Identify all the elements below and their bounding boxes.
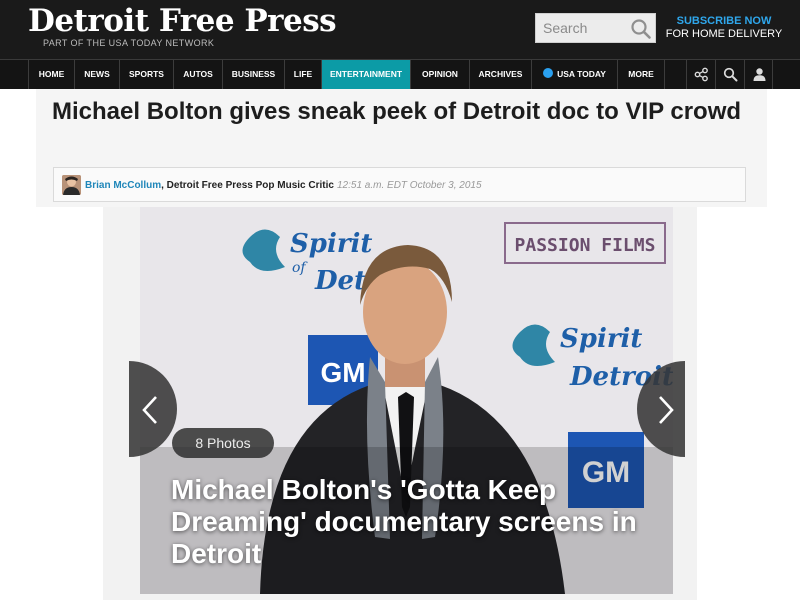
nav-news[interactable]: NEWS <box>75 60 120 89</box>
nav-sports[interactable]: SPORTS <box>120 60 174 89</box>
author-role: , Detroit Free Press Pop Music Critic <box>161 180 334 191</box>
site-logo[interactable]: Detroit Free Press <box>28 4 337 38</box>
search-box <box>535 13 656 43</box>
nav-usa-today-label: USA TODAY <box>557 69 606 79</box>
home-delivery-label: FOR HOME DELIVERY <box>665 28 783 40</box>
publish-timestamp: 12:51 a.m. EDT October 3, 2015 <box>337 180 482 191</box>
nav-entertainment[interactable]: ENTERTAINMENT <box>322 60 411 89</box>
author-avatar[interactable] <box>62 175 81 195</box>
nav-business[interactable]: BUSINESS <box>223 60 285 89</box>
masthead: Detroit Free Press PART OF THE USA TODAY… <box>0 0 800 59</box>
network-tagline: PART OF THE USA TODAY NETWORK <box>43 38 215 48</box>
subscribe-label: SUBSCRIBE NOW <box>676 15 772 27</box>
byline: Brian McCollum, Detroit Free Press Pop M… <box>85 180 334 191</box>
gallery-title[interactable]: Michael Bolton's 'Gotta Keep Dreaming' d… <box>171 474 641 570</box>
svg-text:PASSION FILMS: PASSION FILMS <box>515 235 656 256</box>
nav-home[interactable]: HOME <box>28 60 75 89</box>
subscribe-link[interactable]: SUBSCRIBE NOW FOR HOME DELIVERY <box>660 15 788 41</box>
usa-today-dot-icon <box>543 68 554 78</box>
nav-search-icon[interactable] <box>715 60 744 89</box>
author-name-link[interactable]: Brian McCollum <box>85 180 161 191</box>
svg-text:Spirit: Spirit <box>290 229 372 259</box>
nav-life[interactable]: LIFE <box>285 60 322 89</box>
svg-text:Spirit: Spirit <box>560 324 642 354</box>
user-icon[interactable] <box>744 60 773 89</box>
nav-archives[interactable]: ARCHIVES <box>470 60 532 89</box>
nav-autos[interactable]: AUTOS <box>174 60 223 89</box>
nav-usa-today[interactable]: USA TODAY <box>532 60 618 89</box>
chevron-left-icon <box>142 396 157 424</box>
main-nav: HOME NEWS SPORTS AUTOS BUSINESS LIFE ENT… <box>0 59 800 89</box>
nav-more[interactable]: MORE <box>618 60 665 89</box>
chevron-right-icon <box>659 396 674 424</box>
search-input[interactable] <box>536 14 626 42</box>
nav-opinion[interactable]: OPINION <box>411 60 470 89</box>
article-headline: Michael Bolton gives sneak peek of Detro… <box>52 98 742 125</box>
photo-count-badge[interactable]: 8 Photos <box>172 428 274 458</box>
svg-text:GM: GM <box>320 357 365 388</box>
share-icon[interactable] <box>686 60 715 89</box>
search-icon[interactable] <box>630 18 652 40</box>
